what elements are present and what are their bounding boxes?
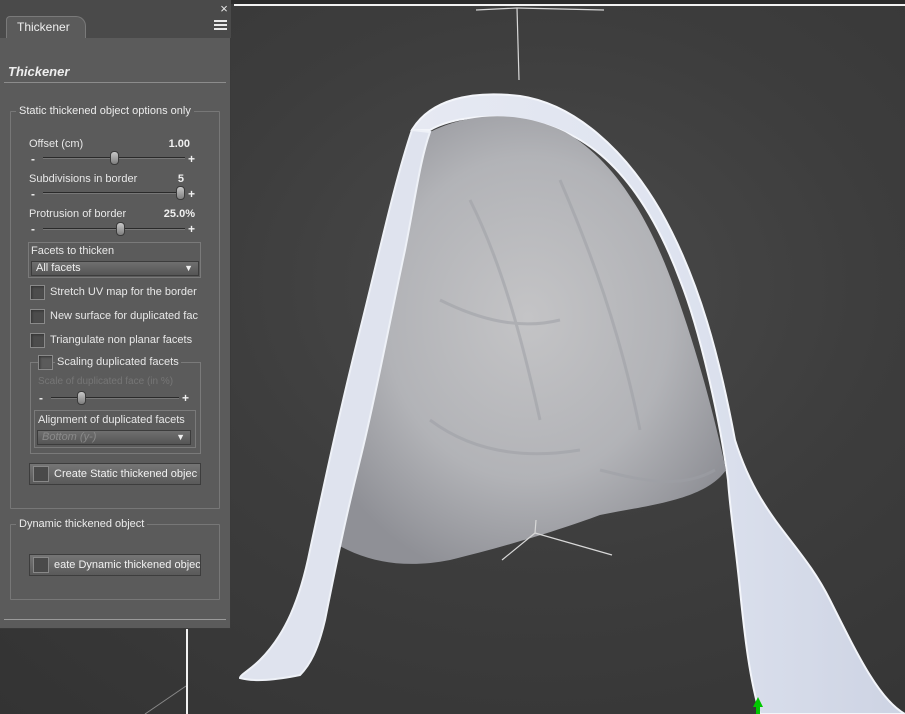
top-axis-gizmo: [475, 7, 605, 81]
protrusion-slider-thumb[interactable]: [116, 222, 126, 236]
create-dynamic-button[interactable]: eate Dynamic thickened objec: [29, 554, 201, 576]
offset-label: Offset (cm): [29, 138, 84, 150]
scaling-label: Scaling duplicated facets: [55, 356, 181, 368]
subdivisions-value[interactable]: 5: [150, 173, 184, 185]
cloth-inner: [330, 116, 726, 564]
alignment-label: Alignment of duplicated facets: [38, 414, 185, 426]
protrusion-value[interactable]: 25.0%: [150, 208, 195, 220]
alignment-selected: Bottom (y-): [42, 431, 97, 443]
chevron-down-icon: ▼: [184, 263, 193, 273]
scale-slider-thumb[interactable]: [77, 391, 87, 405]
facets-dropdown[interactable]: All facets ▼: [31, 261, 199, 276]
stretch-uv-label: Stretch UV map for the border: [50, 286, 197, 298]
protrusion-plus-button[interactable]: +: [188, 223, 195, 235]
panel-bottom-divider: [4, 619, 226, 620]
new-surface-label: New surface for duplicated fac: [50, 310, 198, 322]
subdivisions-slider-thumb[interactable]: [176, 186, 185, 200]
facets-selected: All facets: [36, 262, 81, 274]
create-dynamic-label: eate Dynamic thickened objec: [54, 559, 201, 571]
static-options-legend: Static thickened object options only: [16, 105, 194, 117]
tab-thickener[interactable]: Thickener: [6, 16, 86, 38]
scaling-checkbox[interactable]: [38, 355, 53, 370]
scale-slider-track[interactable]: [51, 397, 179, 399]
new-surface-checkbox[interactable]: [30, 309, 45, 324]
offset-plus-button[interactable]: +: [188, 153, 195, 165]
viewport-divider: [186, 628, 188, 714]
subdivisions-slider-track[interactable]: [43, 192, 185, 194]
thicken-icon: [33, 466, 49, 482]
create-static-button[interactable]: Create Static thickened objec: [29, 463, 201, 485]
protrusion-minus-button[interactable]: -: [31, 223, 35, 235]
offset-value[interactable]: 1.00: [150, 138, 190, 150]
panel-menu-icon[interactable]: [213, 18, 228, 32]
protrusion-slider-track[interactable]: [43, 228, 185, 230]
thickener-panel: Thickener × Thickener Static thickened o…: [0, 0, 231, 629]
dynamic-legend: Dynamic thickened object: [16, 518, 148, 530]
scale-minus-button[interactable]: -: [39, 392, 43, 404]
dynamic-thicken-icon: [33, 557, 49, 573]
scale-percent-label: Scale of duplicated face (in %): [38, 376, 174, 387]
triangulate-label: Triangulate non planar facets: [50, 334, 193, 346]
offset-slider-thumb[interactable]: [109, 151, 119, 165]
chevron-down-icon: ▼: [176, 432, 185, 442]
subdivisions-plus-button[interactable]: +: [188, 188, 195, 200]
stretch-uv-checkbox[interactable]: [30, 285, 45, 300]
triangulate-checkbox[interactable]: [30, 333, 45, 348]
facets-label: Facets to thicken: [31, 245, 115, 257]
title-divider: [4, 82, 226, 83]
subdivisions-minus-button[interactable]: -: [31, 188, 35, 200]
create-static-label: Create Static thickened objec: [54, 468, 198, 480]
protrusion-label: Protrusion of border: [29, 208, 127, 220]
subdivisions-label: Subdivisions in border: [29, 173, 138, 185]
panel-title: Thickener: [8, 64, 70, 79]
offset-minus-button[interactable]: -: [31, 153, 35, 165]
scale-plus-button[interactable]: +: [182, 392, 189, 404]
close-icon[interactable]: ×: [218, 2, 230, 15]
alignment-dropdown[interactable]: Bottom (y-) ▼: [37, 430, 191, 445]
